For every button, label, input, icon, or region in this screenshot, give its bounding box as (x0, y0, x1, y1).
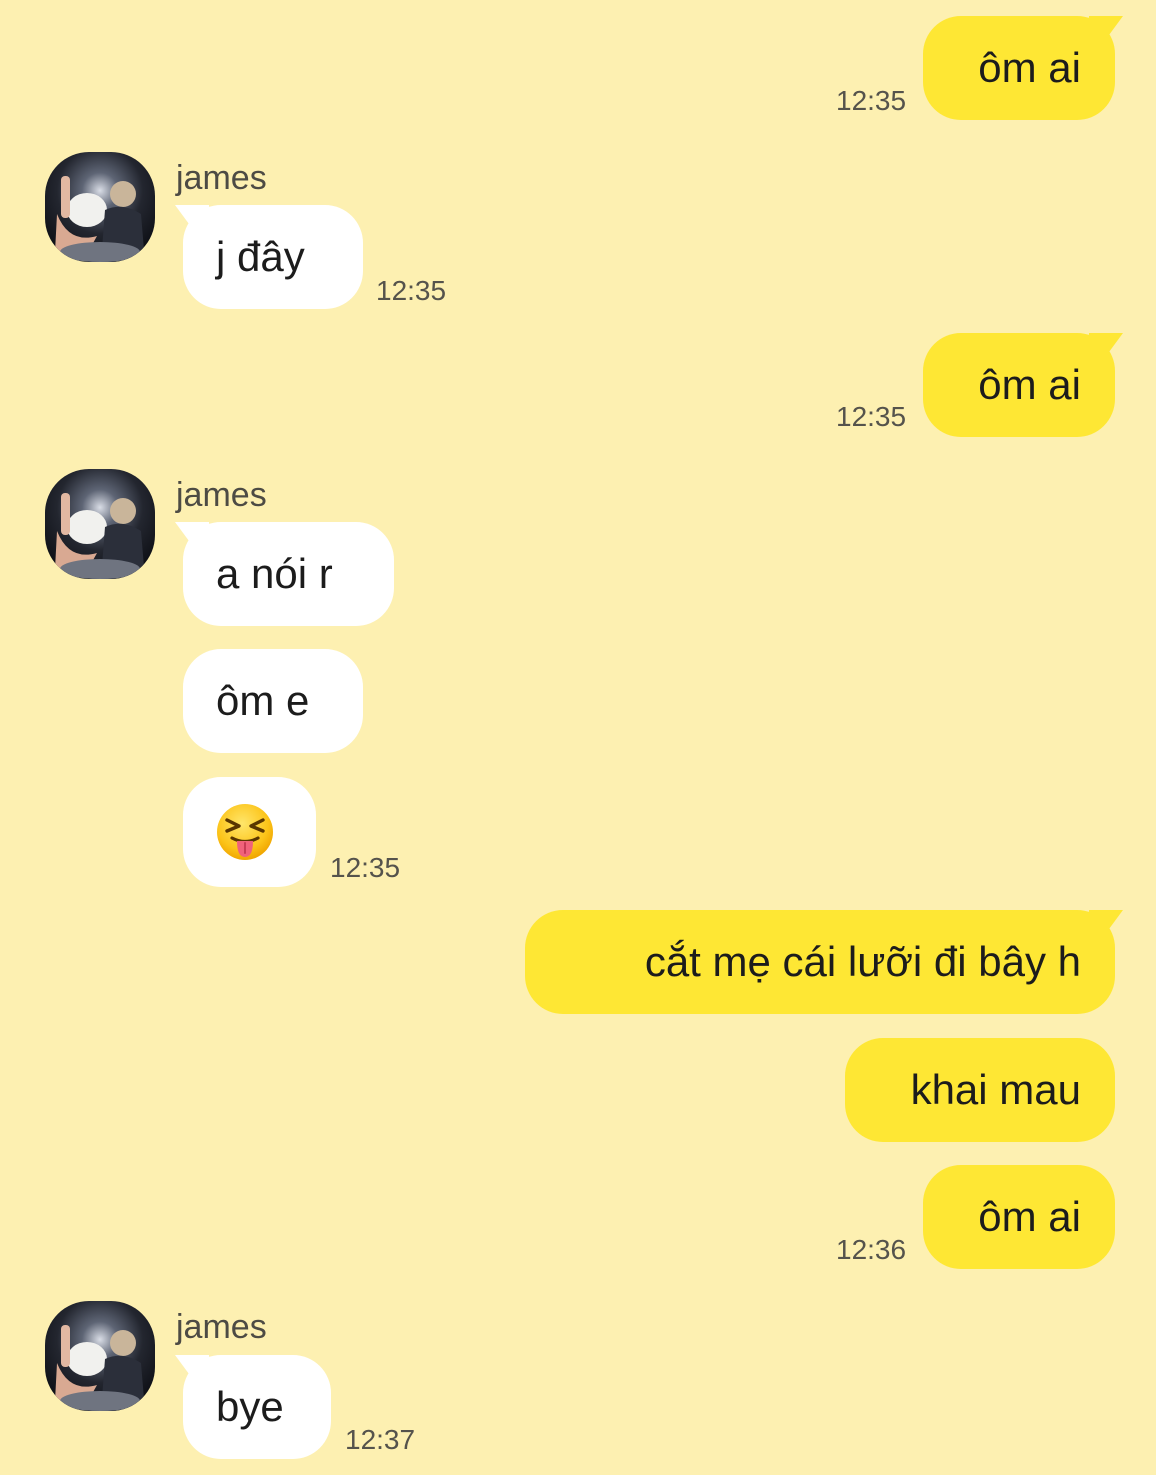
message-timestamp: 12:35 (330, 852, 401, 883)
incoming-message-bubble[interactable]: bye (183, 1355, 331, 1459)
outgoing-message-bubble[interactable]: cắt mẹ cái lưỡi đi bây h (525, 910, 1115, 1014)
contact-avatar[interactable] (45, 152, 155, 262)
outgoing-message-bubble[interactable]: khai mau (845, 1038, 1115, 1142)
chat-conversation[interactable]: 12:35 ôm ai james j đây 12:35 12:35 ôm a… (0, 0, 1156, 1475)
avatar-photo-icon (45, 1301, 155, 1411)
message-timestamp: 12:36 (836, 1234, 907, 1265)
message-timestamp: 12:35 (836, 85, 907, 116)
message-timestamp: 12:35 (376, 275, 447, 306)
avatar-photo-icon (45, 152, 155, 262)
sender-name: james (176, 476, 267, 514)
sender-name: james (176, 159, 267, 197)
sender-name: james (176, 1308, 267, 1346)
outgoing-message-bubble[interactable]: ôm ai (923, 16, 1115, 120)
contact-avatar[interactable] (45, 1301, 155, 1411)
squinting-face-with-tongue-icon (217, 804, 273, 860)
outgoing-message-bubble[interactable]: ôm ai (923, 333, 1115, 437)
outgoing-message-bubble[interactable]: ôm ai (923, 1165, 1115, 1269)
message-timestamp: 12:35 (836, 401, 907, 432)
avatar-photo-icon (45, 469, 155, 579)
contact-avatar[interactable] (45, 469, 155, 579)
incoming-emoji-bubble[interactable] (183, 777, 316, 887)
incoming-message-bubble[interactable]: ôm e (183, 649, 363, 753)
incoming-message-bubble[interactable]: a nói r (183, 522, 394, 626)
incoming-message-bubble[interactable]: j đây (183, 205, 363, 309)
message-timestamp: 12:37 (345, 1424, 416, 1455)
